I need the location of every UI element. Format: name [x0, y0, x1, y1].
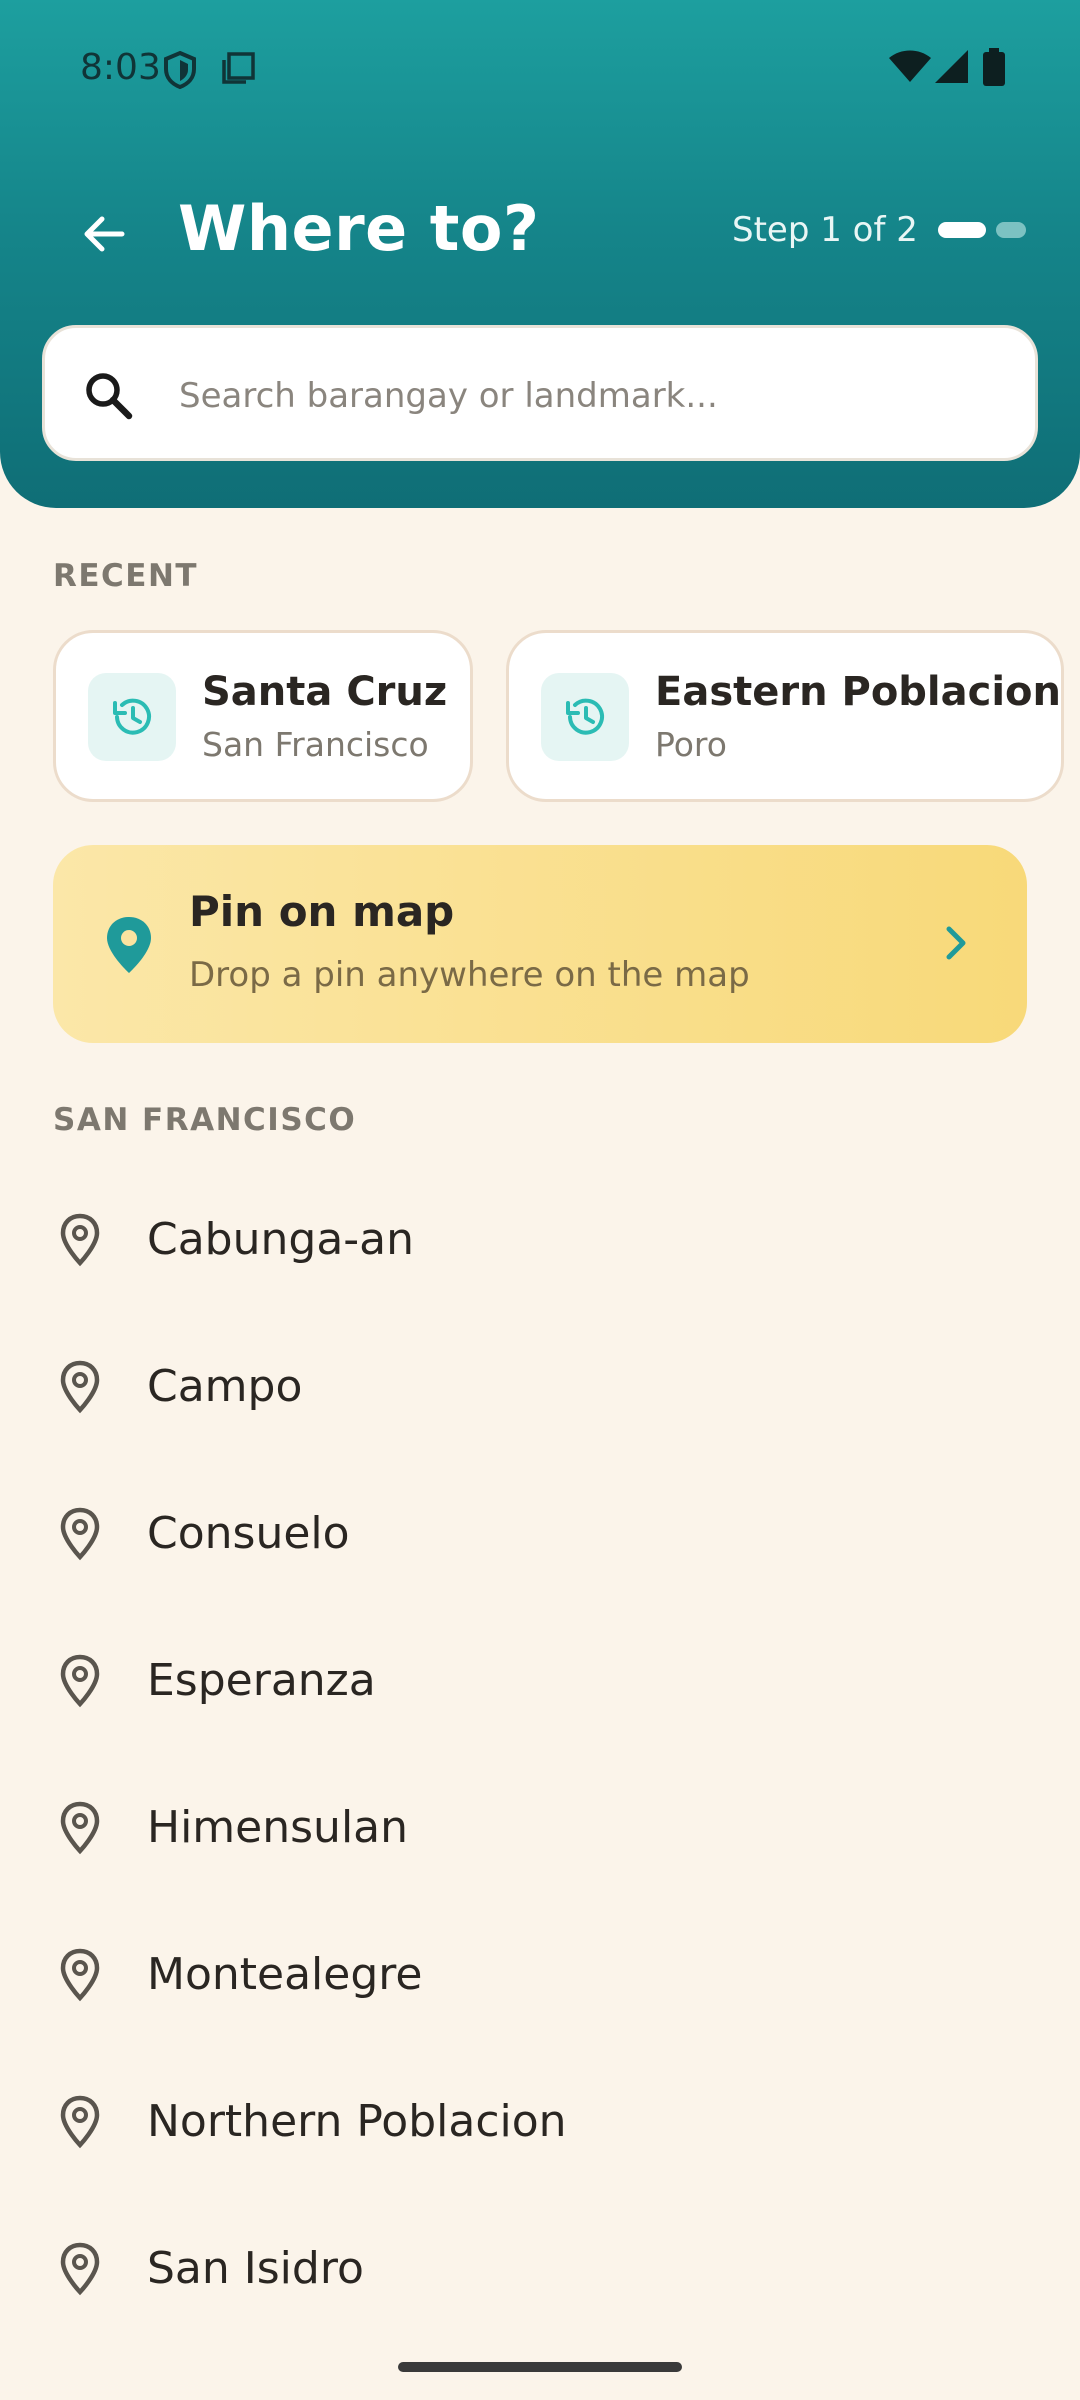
list-item-label: Himensulan	[147, 1802, 409, 1853]
recent-section-label: RECENT	[53, 558, 199, 594]
list-item-label: Campo	[147, 1361, 303, 1412]
city-section-label: SAN FRANCISCO	[53, 1102, 357, 1138]
list-item-label: Cabunga-an	[147, 1214, 415, 1265]
status-time: 8:03	[80, 47, 161, 88]
list-item[interactable]: Northern Poblacion	[0, 2052, 1080, 2199]
location-outline-icon	[58, 1800, 102, 1860]
list-item[interactable]: Cabunga-an	[0, 1170, 1080, 1317]
step-label: Step 1 of 2	[732, 210, 918, 250]
list-item-label: Montealegre	[147, 1949, 423, 2000]
step-dot-active	[938, 222, 986, 238]
location-outline-icon	[58, 2241, 102, 2301]
location-outline-icon	[58, 1653, 102, 1713]
status-bar: 8:03	[0, 0, 1080, 136]
location-outline-icon	[58, 2094, 102, 2154]
pin-on-map-title: Pin on map	[189, 887, 455, 936]
arrow-left-icon	[84, 216, 125, 252]
list-item[interactable]: San Isidro	[0, 2199, 1080, 2346]
header: 8:03 Where to? Step 1 of 2 Search barang…	[0, 0, 1080, 508]
pin-on-map-button[interactable]: Pin on map Drop a pin anywhere on the ma…	[53, 845, 1027, 1043]
battery-icon	[982, 48, 1006, 90]
history-icon	[541, 673, 629, 761]
location-outline-icon	[58, 1359, 102, 1419]
location-pin-icon	[101, 915, 157, 979]
recent-item-title: Santa Cruz	[202, 669, 448, 715]
cell-signal-icon	[934, 50, 970, 88]
history-icon	[88, 673, 176, 761]
location-outline-icon	[58, 1506, 102, 1566]
list-item-label: Northern Poblacion	[147, 2096, 567, 2147]
search-input[interactable]	[179, 358, 999, 434]
wifi-icon	[888, 50, 932, 88]
shield-icon	[162, 50, 198, 94]
search-icon	[81, 368, 137, 424]
page-title: Where to?	[178, 192, 540, 265]
list-item[interactable]: Esperanza	[0, 1611, 1080, 1758]
list-item-label: Consuelo	[147, 1508, 350, 1559]
list-item[interactable]: Montealegre	[0, 1905, 1080, 2052]
recent-item-santa-cruz[interactable]: Santa Cruz San Francisco	[53, 630, 473, 802]
recent-item-title: Eastern Poblacion	[655, 669, 1062, 715]
list-item[interactable]: Himensulan	[0, 1758, 1080, 1905]
location-outline-icon	[58, 1947, 102, 2007]
list-item-label: San Isidro	[147, 2243, 364, 2294]
step-dot-inactive	[996, 222, 1026, 238]
recent-item-subtitle: Poro	[655, 725, 727, 764]
search-box[interactable]	[42, 325, 1038, 461]
recent-item-subtitle: San Francisco	[202, 725, 429, 764]
pin-on-map-subtitle: Drop a pin anywhere on the map	[189, 955, 750, 995]
back-button[interactable]	[60, 190, 148, 278]
location-outline-icon	[58, 1212, 102, 1272]
home-indicator[interactable]	[398, 2362, 682, 2372]
sim-card-icon	[220, 50, 256, 90]
list-item[interactable]: Campo	[0, 1317, 1080, 1464]
chevron-right-icon	[933, 921, 977, 969]
recent-item-eastern-poblacion[interactable]: Eastern Poblacion Poro	[506, 630, 1064, 802]
list-item-label: Esperanza	[147, 1655, 376, 1706]
list-item[interactable]: Consuelo	[0, 1464, 1080, 1611]
